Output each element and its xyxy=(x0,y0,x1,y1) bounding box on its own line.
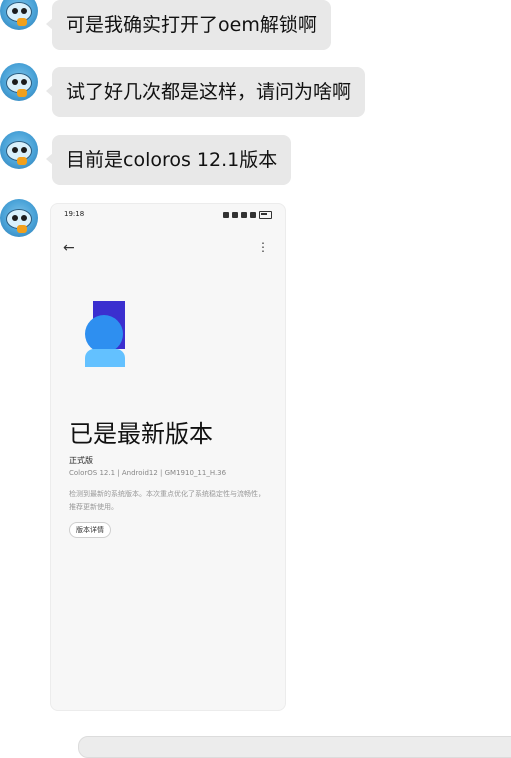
do-not-disturb-icon xyxy=(223,212,229,218)
version-info: ColorOS 12.1 | Android12 | GM1910_11_H.3… xyxy=(69,469,227,477)
message-bubble[interactable]: 可是我确实打开了oem解锁啊 xyxy=(46,0,331,50)
bluetooth-icon xyxy=(232,212,238,218)
status-icons xyxy=(223,211,272,219)
user-avatar[interactable] xyxy=(0,0,38,30)
update-description: 检测到最新的系统版本。本次重点优化了系统稳定性与流畅性，推荐更新使用。 xyxy=(69,490,265,511)
message-bubble[interactable]: 试了好几次都是这样，请问为啥啊 xyxy=(45,67,366,117)
wifi-icon xyxy=(241,212,247,218)
coloros-logo xyxy=(85,301,127,367)
user-avatar[interactable] xyxy=(0,63,38,101)
more-vertical-icon: ⋮ xyxy=(257,240,269,254)
user-avatar[interactable] xyxy=(0,131,38,169)
update-title: 已是最新版本 xyxy=(69,420,213,448)
release-type: 正式版 xyxy=(69,456,93,465)
battery-icon xyxy=(259,211,272,219)
message-bubble[interactable]: 目前是coloros 12.1版本 xyxy=(45,135,292,185)
signal-icon xyxy=(250,212,256,218)
status-bar: 19:18 xyxy=(51,210,285,222)
back-arrow-icon: ← xyxy=(63,240,75,256)
screenshot-image[interactable]: 19:18 ← ⋮ 已是最新版本 正式版 ColorOS 12.1 | Andr… xyxy=(50,203,286,711)
user-avatar[interactable] xyxy=(0,199,38,237)
status-time: 19:18 xyxy=(64,210,85,218)
chat-input[interactable] xyxy=(78,736,511,758)
version-details-button: 版本详情 xyxy=(69,522,111,538)
